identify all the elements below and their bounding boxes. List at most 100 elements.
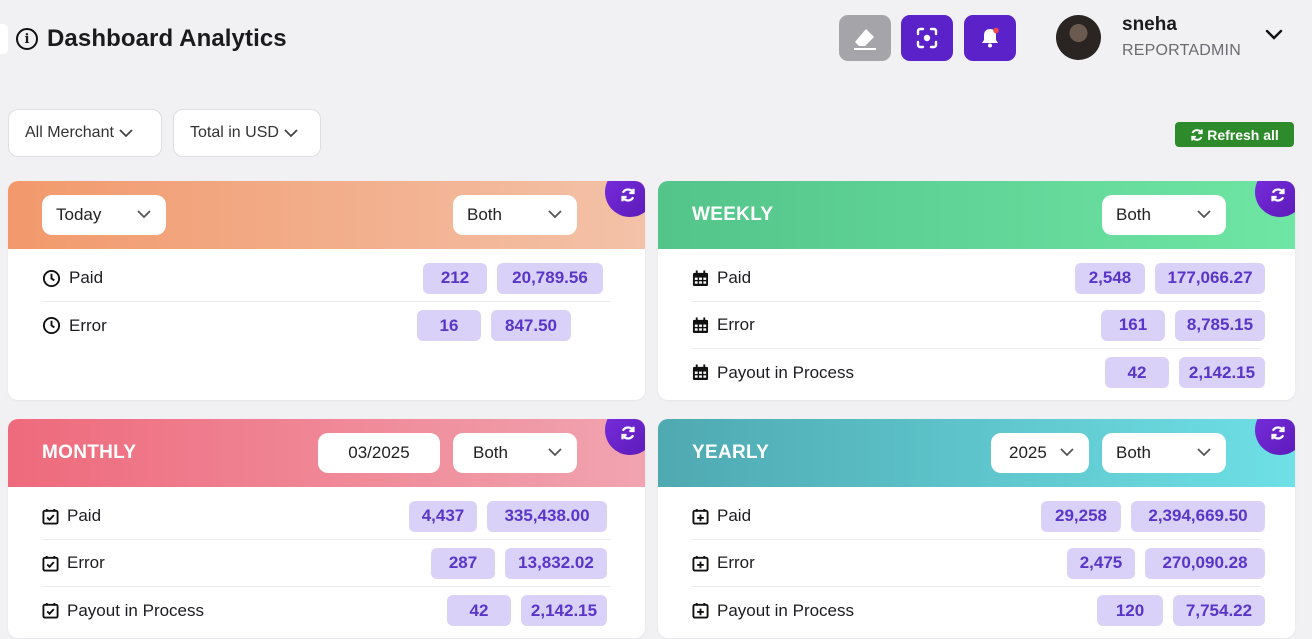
stat-label: Error <box>67 553 105 572</box>
type-select-value: Both <box>473 443 508 462</box>
period-select[interactable]: Today <box>42 195 166 235</box>
clock-icon <box>42 316 61 335</box>
chevron-down-icon <box>1197 448 1211 457</box>
card-refresh-button[interactable] <box>605 181 645 217</box>
refresh-icon <box>621 188 635 202</box>
stat-label: Paid <box>717 506 752 525</box>
stat-count: 4,437 <box>409 500 477 532</box>
type-select[interactable]: Both <box>1102 433 1226 473</box>
stat-label: Error <box>717 315 755 334</box>
stat-count: 29,258 <box>1041 500 1121 532</box>
page-title: i Dashboard Analytics <box>16 25 287 53</box>
stat-amount: 2,394,669.50 <box>1131 500 1265 532</box>
stat-amount: 7,754.22 <box>1173 595 1265 626</box>
today-card: Today Both Paid 212 20,789.56 Error 16 8… <box>8 181 645 400</box>
sidebar-toggle[interactable] <box>0 24 8 54</box>
type-select-value: Both <box>1116 205 1151 224</box>
card-refresh-button[interactable] <box>605 419 645 455</box>
calendar-check-icon <box>42 602 59 619</box>
type-select-value: Both <box>1116 443 1151 462</box>
stat-row: Error 287 13,832.02 <box>42 540 611 587</box>
stat-count: 42 <box>1105 357 1169 388</box>
stat-amount: 2,142.15 <box>1179 357 1265 388</box>
avatar <box>1056 14 1101 60</box>
stat-count: 16 <box>417 310 481 341</box>
stat-amount: 177,066.27 <box>1155 262 1265 294</box>
card-title: YEARLY <box>692 442 770 463</box>
calendar-icon <box>692 269 709 286</box>
stat-row: Payout in Process 42 2,142.15 <box>42 587 611 634</box>
refresh-icon <box>1191 128 1203 141</box>
yearly-card: YEARLY 2025 Both Paid 29,258 2,394,669.5… <box>658 419 1295 638</box>
type-select[interactable]: Both <box>1102 195 1226 235</box>
screenshot-button[interactable] <box>901 15 953 61</box>
stat-amount: 270,090.28 <box>1145 547 1265 579</box>
stat-count: 287 <box>431 547 495 579</box>
monthly-card: MONTHLY 03/2025 Both Paid 4,437 335,438.… <box>8 419 645 638</box>
period-select-value: Today <box>56 205 102 224</box>
stat-row: Payout in Process 42 2,142.15 <box>692 349 1265 396</box>
calendar-plus-icon <box>692 555 709 572</box>
stat-label: Payout in Process <box>67 600 205 620</box>
stat-label: Paid <box>69 268 104 287</box>
stat-row: Paid 29,258 2,394,669.50 <box>692 493 1265 540</box>
stat-count: 2,548 <box>1075 262 1145 294</box>
year-select[interactable]: 2025 <box>991 433 1089 473</box>
currency-filter[interactable]: Total in USD <box>173 109 321 157</box>
user-role: REPORTADMIN <box>1122 42 1241 59</box>
card-title: MONTHLY <box>42 442 137 463</box>
type-select-value: Both <box>467 205 502 224</box>
currency-filter-value: Total in USD <box>190 124 279 141</box>
stat-label: Error <box>69 315 107 335</box>
refresh-icon <box>1271 188 1285 202</box>
info-icon[interactable]: i <box>16 28 38 50</box>
card-refresh-button[interactable] <box>1255 181 1295 217</box>
month-input[interactable]: 03/2025 <box>318 433 440 473</box>
stat-count: 120 <box>1097 595 1163 626</box>
stat-count: 212 <box>423 262 487 294</box>
card-refresh-button[interactable] <box>1255 419 1295 455</box>
stat-label: Error <box>717 553 755 572</box>
chevron-down-icon <box>119 129 133 138</box>
chevron-down-icon[interactable] <box>1264 28 1284 42</box>
stat-amount: 2,142.15 <box>521 595 607 626</box>
card-title: WEEKLY <box>692 204 774 225</box>
notifications-button[interactable] <box>964 15 1016 61</box>
type-select[interactable]: Both <box>453 195 577 235</box>
month-input-value: 03/2025 <box>348 443 410 462</box>
chevron-down-icon <box>1060 448 1074 457</box>
stat-row: Paid 2,548 177,066.27 <box>692 255 1265 302</box>
merchant-filter[interactable]: All Merchant <box>8 109 162 157</box>
stat-amount: 20,789.56 <box>497 262 603 294</box>
stat-amount: 13,832.02 <box>505 547 607 579</box>
stat-row: Error 161 8,785.15 <box>692 302 1265 349</box>
type-select[interactable]: Both <box>453 433 577 473</box>
stat-label: Paid <box>717 268 752 287</box>
user-menu[interactable]: sneha REPORTADMIN <box>1056 14 1241 60</box>
stat-label: Paid <box>67 506 102 525</box>
eraser-icon <box>854 29 876 50</box>
chevron-down-icon <box>137 210 151 219</box>
calendar-check-icon <box>42 508 59 525</box>
stat-row: Paid 4,437 335,438.00 <box>42 493 611 540</box>
calendar-icon <box>692 364 709 381</box>
chevron-down-icon <box>548 210 562 219</box>
chevron-down-icon <box>284 129 298 138</box>
stat-row: Paid 212 20,789.56 <box>42 255 611 302</box>
weekly-card-header: WEEKLY Both <box>658 181 1295 249</box>
refresh-icon <box>621 426 635 440</box>
calendar-check-icon <box>42 555 59 572</box>
calendar-plus-icon <box>692 602 709 619</box>
refresh-all-button[interactable]: Refresh all <box>1175 122 1294 147</box>
refresh-all-label: Refresh all <box>1207 126 1279 143</box>
weekly-card: WEEKLY Both Paid 2,548 177,066.27 Error … <box>658 181 1295 400</box>
calendar-plus-icon <box>692 508 709 525</box>
eraser-button[interactable] <box>839 15 891 61</box>
stat-count: 2,475 <box>1067 547 1135 579</box>
user-name: sneha <box>1122 14 1177 35</box>
bell-icon <box>982 27 999 48</box>
stat-row: Error 16 847.50 <box>42 302 611 349</box>
stat-label: Payout in Process <box>717 600 855 620</box>
screenshot-icon <box>916 27 938 49</box>
stat-count: 42 <box>447 595 511 626</box>
